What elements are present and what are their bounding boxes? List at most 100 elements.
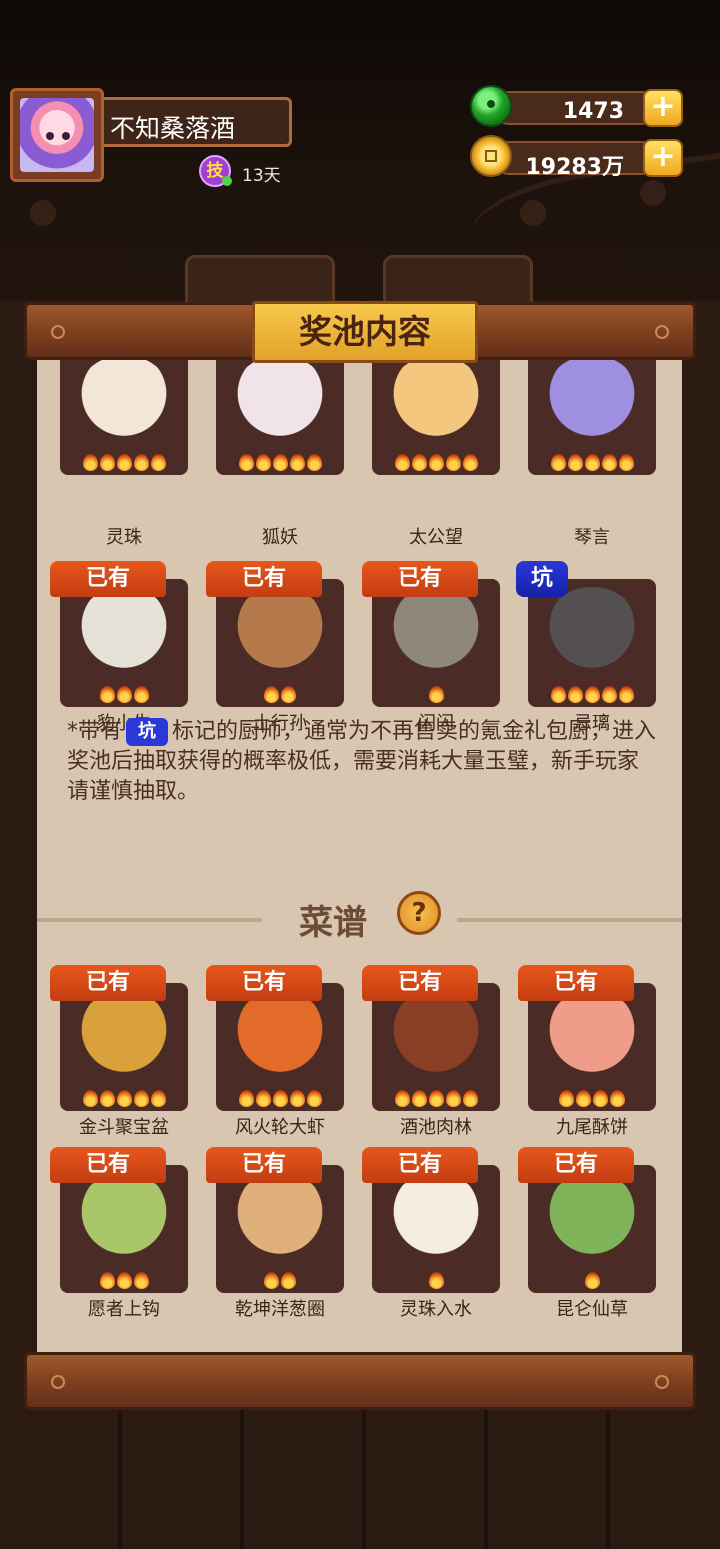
jade-icon [470, 85, 512, 127]
rarity-flames [528, 454, 656, 471]
chef-portrait [386, 587, 486, 683]
prize-pool-panel[interactable]: 灵珠 狐妖 太公望 琴言 豹小生 已有 土行孙 已有 闪闪 已有 忌璃坑 *带有坑标记的厨师，通常为… [37, 355, 682, 1353]
recipe-name: 愿者上钩 [88, 1299, 160, 1320]
flame-icon [567, 686, 583, 703]
recipe-portrait [74, 991, 174, 1087]
flame-icon [445, 1090, 461, 1107]
flame-icon [462, 1090, 478, 1107]
flame-icon [394, 454, 410, 471]
flame-icon [272, 1090, 288, 1107]
avatar-eye [62, 132, 70, 140]
recipes-title: 菜谱 [299, 903, 367, 943]
recipe-portrait [74, 1173, 174, 1269]
pit-note-prefix: *带有 [67, 719, 123, 744]
flame-icon [150, 454, 166, 471]
flame-icon [593, 1090, 608, 1107]
owned-badge: 已有 [518, 1147, 634, 1183]
flame-icon [550, 686, 566, 703]
rarity-flames [60, 1090, 188, 1107]
flame-icon [428, 454, 444, 471]
scroll-rod-bottom [24, 1352, 696, 1410]
flame-icon [116, 454, 132, 471]
flame-icon [289, 454, 305, 471]
flame-icon [255, 454, 271, 471]
chef-tile[interactable] [528, 355, 656, 475]
chef-tile[interactable] [60, 579, 188, 707]
blossom-flower [30, 200, 56, 226]
chef-name: 琴言 [574, 527, 610, 548]
add-jade-button[interactable]: + [643, 89, 683, 127]
flame-icon [428, 1090, 444, 1107]
flame-icon [116, 686, 132, 703]
recipe-tile[interactable] [60, 1165, 188, 1293]
flame-icon [618, 454, 634, 471]
owned-badge: 已有 [518, 965, 634, 1001]
owned-badge: 已有 [206, 561, 322, 597]
chef-portrait [542, 355, 642, 451]
divider-line [457, 918, 682, 922]
flame-icon [238, 1090, 254, 1107]
recipe-tile[interactable] [60, 983, 188, 1111]
recipe-tile[interactable] [372, 1165, 500, 1293]
recipe-tile[interactable] [216, 983, 344, 1111]
recipe-name: 九尾酥饼 [556, 1117, 628, 1138]
player-name: 不知桑落酒 [110, 114, 236, 143]
owned-badge: 已有 [206, 1147, 322, 1183]
chef-name: 狐妖 [262, 527, 298, 548]
flame-icon [306, 454, 322, 471]
chef-portrait [230, 355, 330, 451]
coin-resource: 19283万 + [470, 135, 683, 180]
recipe-name: 灵珠入水 [400, 1299, 472, 1320]
add-coins-button[interactable]: + [643, 139, 683, 177]
chef-tile[interactable] [372, 579, 500, 707]
player-avatar-button[interactable] [10, 88, 104, 182]
recipe-portrait [230, 991, 330, 1087]
rarity-flames [372, 686, 500, 703]
flame-icon [264, 1272, 279, 1289]
recipe-portrait [230, 1173, 330, 1269]
chef-tile[interactable] [216, 579, 344, 707]
rarity-flames [528, 686, 656, 703]
help-icon[interactable]: ? [397, 891, 441, 935]
flame-icon [550, 454, 566, 471]
rod-nail [51, 325, 65, 339]
blossom-flower [520, 200, 546, 226]
coin-icon [470, 135, 512, 177]
flame-icon [82, 454, 98, 471]
player-name-box: 不知桑落酒 [104, 97, 292, 147]
rarity-flames [60, 454, 188, 471]
chef-portrait [74, 587, 174, 683]
chef-tile[interactable] [216, 355, 344, 475]
recipe-name: 乾坤洋葱圈 [235, 1299, 325, 1320]
rarity-flames [528, 1272, 656, 1289]
coin-amount: 19283万 [525, 155, 624, 180]
owned-badge: 已有 [50, 1147, 166, 1183]
rarity-flames [216, 1090, 344, 1107]
chef-tile[interactable] [60, 355, 188, 475]
chef-portrait [74, 355, 174, 451]
recipe-name: 酒池肉林 [400, 1117, 472, 1138]
owned-badge: 已有 [50, 965, 166, 1001]
flame-icon [82, 1090, 98, 1107]
flame-icon [428, 1272, 444, 1289]
flame-icon [567, 454, 583, 471]
flame-icon [289, 1090, 305, 1107]
avatar [20, 98, 94, 172]
recipe-tile[interactable] [216, 1165, 344, 1293]
owned-badge: 已有 [362, 1147, 478, 1183]
flame-icon [99, 686, 115, 703]
flame-icon [264, 686, 279, 703]
recipe-tile[interactable] [528, 983, 656, 1111]
rarity-flames [528, 1090, 656, 1107]
flame-icon [133, 1272, 149, 1289]
chef-tile[interactable] [528, 579, 656, 707]
blossom-flower [640, 180, 666, 206]
jade-amount: 1473 [562, 99, 624, 124]
recipe-tile[interactable] [528, 1165, 656, 1293]
jade-bar: 1473 [492, 91, 658, 125]
flame-icon [576, 1090, 591, 1107]
chef-tile[interactable] [372, 355, 500, 475]
flame-icon [618, 686, 634, 703]
chef-portrait [230, 587, 330, 683]
recipe-tile[interactable] [372, 983, 500, 1111]
